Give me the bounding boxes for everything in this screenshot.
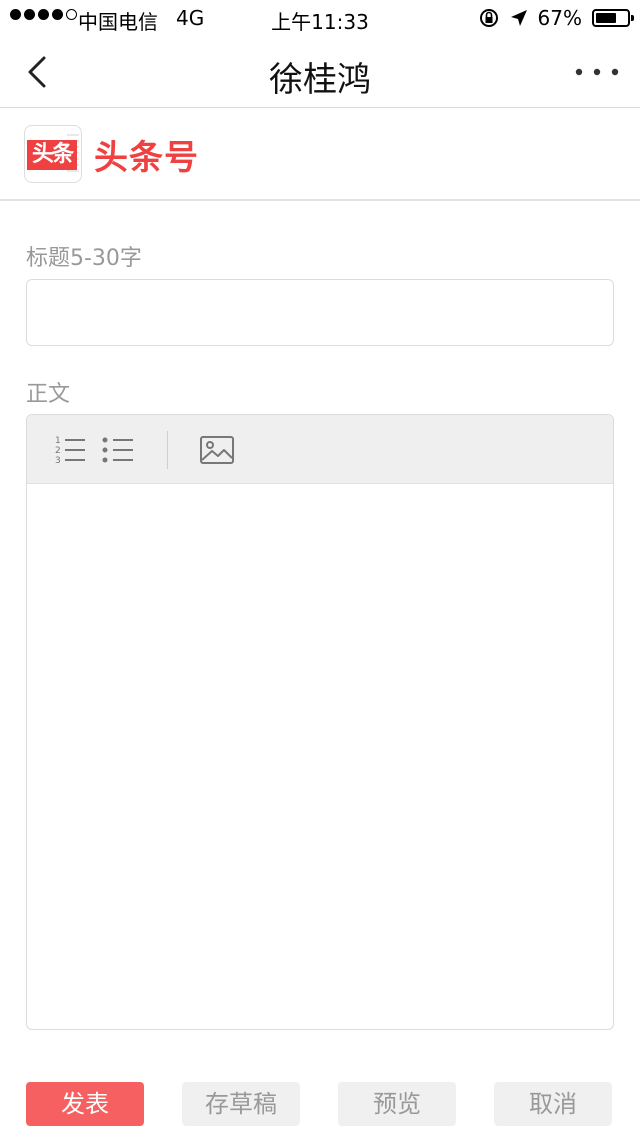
status-right: 67% (478, 6, 634, 30)
brand-header: 头条 头条号 (24, 124, 199, 184)
svg-text:2: 2 (55, 446, 61, 456)
editor-toolbar: 1 2 3 (27, 415, 613, 484)
toutiao-logo-icon: 头条 (24, 125, 82, 183)
page-title: 徐桂鸿 (269, 60, 371, 100)
ordered-list-icon[interactable]: 1 2 3 (53, 433, 87, 467)
status-bar: 中国电信 4G 上午11:33 67% (0, 0, 640, 36)
action-bar: 发表 存草稿 预览 取消 (0, 1082, 640, 1126)
bullet-list-icon[interactable] (101, 433, 135, 467)
toolbar-separator (167, 431, 168, 469)
location-arrow-icon (510, 10, 527, 26)
logo-text: 头条 (27, 140, 77, 170)
svg-text:3: 3 (55, 456, 61, 466)
title-input[interactable] (26, 279, 614, 346)
publish-button[interactable]: 发表 (26, 1082, 144, 1126)
battery-percent: 67% (537, 6, 582, 30)
body-editor: 1 2 3 (26, 414, 614, 1030)
orientation-lock-icon (479, 9, 498, 27)
cancel-button[interactable]: 取消 (494, 1082, 612, 1126)
save-draft-button[interactable]: 存草稿 (182, 1082, 300, 1126)
brand-name: 头条号 (94, 137, 199, 178)
preview-button[interactable]: 预览 (338, 1082, 456, 1126)
more-horizontal-icon[interactable] (572, 60, 622, 84)
body-label: 正文 (26, 382, 71, 407)
title-label: 标题5-30字 (26, 246, 142, 271)
body-content-area[interactable] (27, 484, 613, 1029)
image-icon[interactable] (199, 433, 235, 467)
nav-bar: 徐桂鸿 (0, 36, 640, 108)
battery-icon (592, 9, 634, 27)
divider (0, 199, 640, 201)
svg-text:1: 1 (55, 436, 61, 446)
